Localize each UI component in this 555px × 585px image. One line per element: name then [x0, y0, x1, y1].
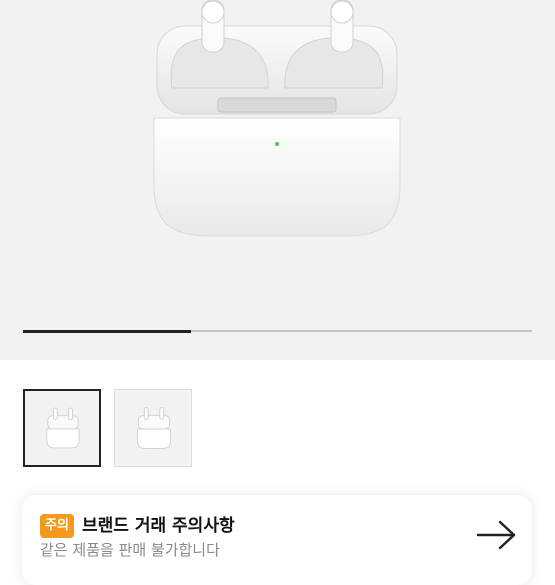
product-image-carousel[interactable] [0, 0, 555, 360]
image-progress-track [23, 329, 532, 333]
thumbnail-1[interactable] [23, 389, 101, 467]
airpods-thumbnail-icon [136, 407, 172, 449]
notice-subtitle: 같은 제품을 판매 불가합니다 [40, 541, 220, 559]
notice-title: 브랜드 거래 주의사항 [82, 516, 235, 536]
image-progress-fill [23, 329, 191, 333]
thumbnail-2[interactable] [114, 389, 192, 467]
arrow-right-icon[interactable] [476, 519, 518, 551]
caution-badge: 주의 [40, 514, 74, 538]
airpods-pro-case-image [153, 0, 401, 237]
brand-trade-notice-card[interactable]: 주의 브랜드 거래 주의사항 같은 제품을 판매 불가합니다 [22, 495, 532, 585]
airpods-thumbnail-icon [46, 407, 80, 449]
